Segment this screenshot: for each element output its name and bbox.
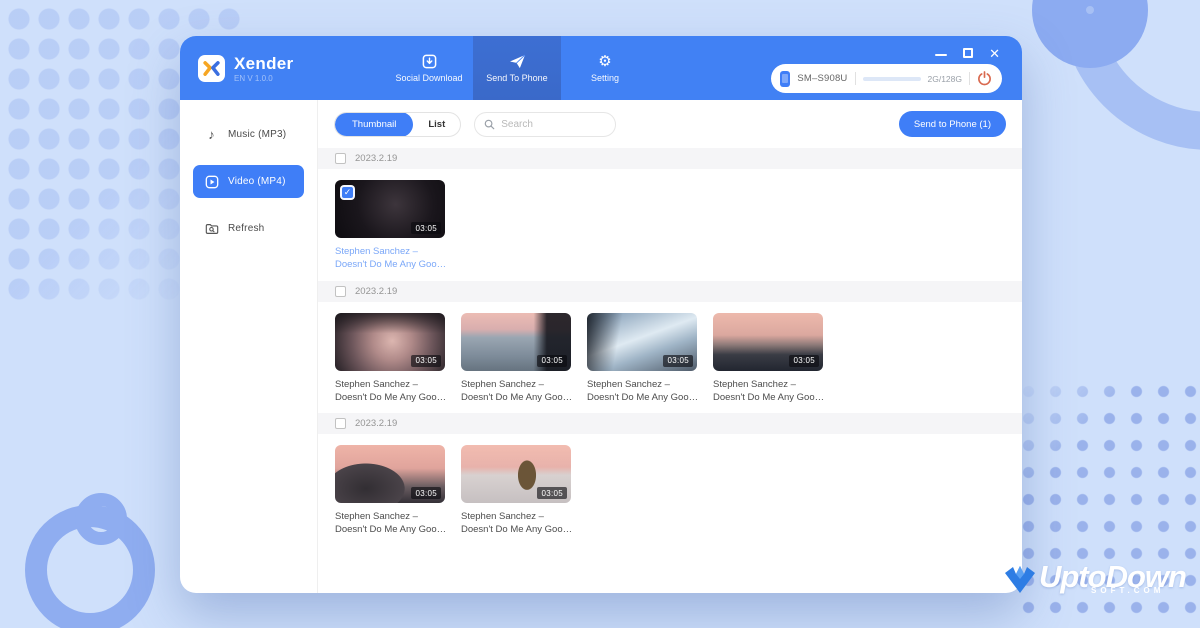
sidebar-item-refresh[interactable]: Refresh: [193, 212, 304, 245]
gear-icon: ⚙: [598, 53, 611, 69]
duration-badge: 03:05: [663, 355, 693, 367]
video-card[interactable]: 03:05 Stephen Sanchez – Doesn't Do Me An…: [461, 445, 571, 537]
main-nav: Social Download Send To Phone ⚙ Setting: [385, 36, 649, 100]
paper-plane-icon: [509, 53, 526, 69]
uptodown-logo-icon: [1003, 565, 1037, 600]
duration-badge: 03:05: [537, 487, 567, 499]
watermark-subtitle: SOFT.COM: [1091, 586, 1164, 595]
video-thumbnail[interactable]: 03:05: [713, 313, 823, 371]
search-input[interactable]: [501, 119, 606, 130]
close-button[interactable]: ✕: [989, 47, 1000, 60]
window-controls: ✕: [935, 46, 1000, 60]
duration-badge: 03:05: [411, 355, 441, 367]
social-download-icon: [422, 53, 437, 69]
duration-badge: 03:05: [789, 355, 819, 367]
music-note-icon: ♪: [204, 127, 219, 142]
sidebar-item-video[interactable]: Video (MP4): [193, 165, 304, 198]
tab-social-download[interactable]: Social Download: [385, 36, 473, 100]
video-card[interactable]: 03:05 Stephen Sanchez – Doesn't Do Me An…: [335, 313, 445, 405]
video-list: 2023.2.19 ✓ 03:05 Stephen Sanchez – Does…: [318, 148, 1022, 593]
video-title: Stephen Sanchez – Doesn't Do Me Any Good…: [461, 510, 573, 537]
send-to-phone-button[interactable]: Send to Phone (1): [899, 111, 1006, 137]
date-group-header: 2023.2.19: [318, 413, 1022, 434]
video-card[interactable]: 03:05 Stephen Sanchez – Doesn't Do Me An…: [587, 313, 697, 405]
tab-label: Social Download: [395, 73, 462, 83]
duration-badge: 03:05: [411, 487, 441, 499]
toggle-thumbnail[interactable]: Thumbnail: [335, 112, 413, 137]
tab-label: Send To Phone: [486, 73, 547, 83]
date-group-header: 2023.2.19: [318, 148, 1022, 169]
tab-send-to-phone[interactable]: Send To Phone: [473, 36, 561, 100]
video-title: Stephen Sanchez – Doesn't Do Me Any Good…: [713, 378, 825, 405]
video-title: Stephen Sanchez – Doesn't Do Me Any Good…: [587, 378, 699, 405]
toggle-list[interactable]: List: [413, 112, 460, 137]
video-row: ✓ 03:05 Stephen Sanchez – Doesn't Do Me …: [318, 169, 1022, 281]
device-model: SM–S908U: [797, 73, 847, 84]
xender-logo-icon: [198, 55, 225, 82]
tab-label: Setting: [591, 73, 619, 83]
app-title: Xender: [234, 54, 293, 73]
video-title: Stephen Sanchez – Doesn't Do Me Any Good…: [461, 378, 573, 405]
duration-badge: 03:05: [411, 222, 441, 234]
toolbar: Thumbnail List Send to Phone (1): [318, 100, 1022, 148]
uptodown-watermark: UptoDown SOFT.COM: [1003, 559, 1186, 600]
video-row: 03:05 Stephen Sanchez – Doesn't Do Me An…: [318, 302, 1022, 414]
video-card[interactable]: ✓ 03:05 Stephen Sanchez – Doesn't Do Me …: [335, 180, 445, 272]
duration-badge: 03:05: [537, 355, 567, 367]
checkbox-checked-icon[interactable]: ✓: [340, 185, 355, 200]
storage-progress-bar: [863, 77, 921, 81]
view-toggle: Thumbnail List: [334, 112, 461, 137]
video-thumbnail[interactable]: 03:05: [335, 313, 445, 371]
xender-app-window: Xender EN V 1.0.0 Social Download: [180, 36, 1022, 593]
video-thumbnail[interactable]: 03:05: [461, 313, 571, 371]
search-icon: [484, 119, 495, 130]
video-title: Stephen Sanchez – Doesn't Do Me Any Good…: [335, 378, 447, 405]
sidebar-item-music[interactable]: ♪ Music (MP3): [193, 118, 304, 151]
video-play-icon: [204, 175, 219, 189]
date-label: 2023.2.19: [355, 153, 397, 164]
app-version: EN V 1.0.0: [234, 74, 293, 83]
video-thumbnail[interactable]: 03:05: [587, 313, 697, 371]
title-bar: Xender EN V 1.0.0 Social Download: [180, 36, 1022, 100]
video-thumbnail[interactable]: 03:05: [335, 445, 445, 503]
sidebar-item-label: Video (MP4): [228, 176, 286, 187]
storage-text: 2G/128G: [928, 74, 963, 84]
tab-setting[interactable]: ⚙ Setting: [561, 36, 649, 100]
video-title: Stephen Sanchez – Doesn't Do Me Any Good…: [335, 510, 447, 537]
search-box[interactable]: [474, 112, 616, 137]
maximize-button[interactable]: [963, 48, 973, 58]
sidebar: ♪ Music (MP3) Video (MP4): [180, 100, 318, 593]
date-checkbox[interactable]: [335, 153, 346, 164]
folder-search-icon: [204, 222, 219, 236]
divider: [969, 72, 970, 85]
desktop-background: Xender EN V 1.0.0 Social Download: [0, 0, 1200, 628]
background-ring-shape: [75, 493, 127, 545]
date-label: 2023.2.19: [355, 418, 397, 429]
date-checkbox[interactable]: [335, 418, 346, 429]
connected-device-status: SM–S908U 2G/128G: [771, 64, 1002, 93]
date-checkbox[interactable]: [335, 286, 346, 297]
power-disconnect-icon[interactable]: [977, 71, 992, 86]
video-thumbnail[interactable]: 03:05: [461, 445, 571, 503]
video-row: 03:05 Stephen Sanchez – Doesn't Do Me An…: [318, 434, 1022, 546]
minimize-button[interactable]: [935, 50, 947, 56]
date-label: 2023.2.19: [355, 286, 397, 297]
sidebar-item-label: Refresh: [228, 223, 264, 234]
video-card[interactable]: 03:05 Stephen Sanchez – Doesn't Do Me An…: [713, 313, 823, 405]
phone-icon: [780, 71, 790, 87]
date-group-header: 2023.2.19: [318, 281, 1022, 302]
video-card[interactable]: 03:05 Stephen Sanchez – Doesn't Do Me An…: [335, 445, 445, 537]
sidebar-item-label: Music (MP3): [228, 129, 286, 140]
video-thumbnail[interactable]: ✓ 03:05: [335, 180, 445, 238]
video-card[interactable]: 03:05 Stephen Sanchez – Doesn't Do Me An…: [461, 313, 571, 405]
divider: [855, 72, 856, 85]
video-title: Stephen Sanchez – Doesn't Do Me Any Good…: [335, 245, 447, 272]
